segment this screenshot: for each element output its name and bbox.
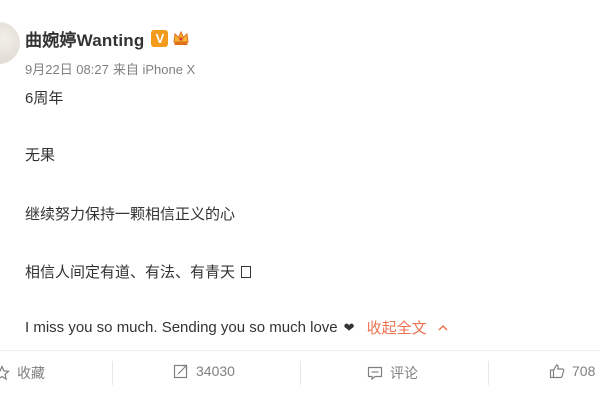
post-line-5: I miss you so much. Sending you so much … [25,317,449,338]
post-line-4-text: 相信人间定有道、有法、有青天 [25,264,236,281]
repost-button[interactable]: 34030 [173,363,235,379]
collapse-full-text-link[interactable]: 收起全文 [367,317,449,338]
post-line-1: 6周年 [25,90,64,107]
post-line-3: 继续努力保持一颗相信正义的心 [25,206,236,223]
favorite-button[interactable]: 收藏 [0,363,45,383]
post-line-2: 无果 [25,147,56,164]
unknown-glyph-icon [241,266,252,278]
repost-count: 34030 [196,363,235,379]
post-line-5-text: I miss you so much. Sending you so much … [25,319,338,336]
toolbar-divider [488,361,489,385]
like-button[interactable]: 708 [549,363,595,379]
verified-badge: V [151,29,169,47]
post-meta: 9月22日 08:27 来自 iPhone X [25,59,195,78]
crown-icon [172,29,190,47]
toolbar-divider [112,361,113,385]
toolbar-divider [300,361,301,385]
author-name[interactable]: 曲婉婷Wanting [25,26,144,51]
comment-button[interactable]: 评论 [367,363,418,383]
heart-icon: ❤ [343,319,355,335]
favorite-label: 收藏 [17,365,45,381]
chevron-up-icon [438,324,448,331]
repost-icon [173,364,188,379]
action-toolbar: 收藏 34030 评论 708 [0,350,600,395]
star-icon [0,365,10,381]
avatar[interactable] [0,22,20,64]
comment-label: 评论 [390,365,418,381]
post-source: 来自 iPhone X [112,62,196,77]
post-header: 曲婉婷Wanting V [25,26,190,50]
collapse-label: 收起全文 [366,320,427,337]
comment-icon [367,366,383,381]
thumbs-up-icon [549,364,565,379]
post-line-4: 相信人间定有道、有法、有青天 [25,261,252,282]
like-count: 708 [572,363,596,379]
post-date[interactable]: 9月22日 08:27 [25,59,109,78]
